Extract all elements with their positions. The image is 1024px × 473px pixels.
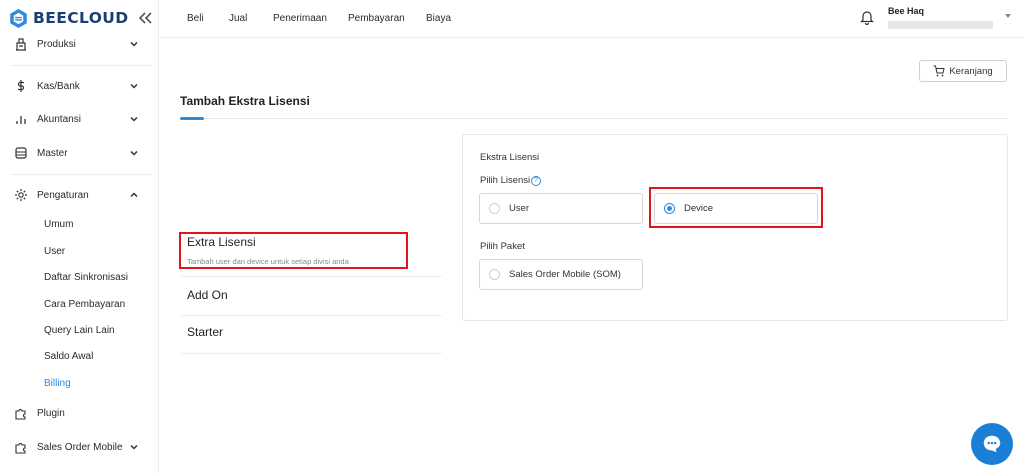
collapse-sidebar-icon[interactable] bbox=[137, 8, 154, 28]
title-accent-bar bbox=[180, 117, 204, 120]
chevron-down-icon bbox=[130, 444, 138, 450]
sidebar-item-label: Sales Order Mobile bbox=[37, 441, 123, 453]
cart-button-label: Keranjang bbox=[949, 65, 993, 77]
bell-icon[interactable] bbox=[860, 9, 874, 25]
dollar-icon bbox=[17, 80, 25, 92]
pilih-paket-label: Pilih Paket bbox=[480, 241, 525, 252]
page-title: Tambah Ekstra Lisensi bbox=[180, 94, 310, 108]
sidebar-item-kas-bank[interactable]: Kas/Bank bbox=[14, 76, 140, 96]
user-name[interactable]: Bee Haq bbox=[888, 6, 924, 16]
sidebar-item-label: Kas/Bank bbox=[37, 80, 80, 92]
user-menu-caret-icon[interactable] bbox=[1005, 14, 1011, 18]
sidebar-subitem-user[interactable]: User bbox=[44, 246, 65, 257]
puzzle-icon bbox=[15, 443, 26, 454]
sidebar-subitem-cara-pembayaran[interactable]: Cara Pembayaran bbox=[44, 299, 125, 310]
radio-option-user[interactable]: User bbox=[479, 193, 643, 224]
highlight-extra-lisensi bbox=[179, 232, 408, 269]
sidebar-item-label: Akuntansi bbox=[37, 113, 81, 125]
option-add-on[interactable]: Add On bbox=[180, 279, 442, 316]
brand-logo[interactable]: BEECLOUD bbox=[9, 8, 154, 28]
radio-unselected-icon bbox=[489, 269, 500, 280]
puzzle-icon bbox=[15, 409, 26, 420]
divider bbox=[10, 65, 152, 66]
sidebar-subitem-daftar-sinkronisasi[interactable]: Daftar Sinkronisasi bbox=[44, 272, 128, 283]
topnav-jual[interactable]: Jual bbox=[229, 13, 247, 24]
title-divider bbox=[180, 118, 1008, 119]
help-icon[interactable]: ? bbox=[531, 176, 541, 186]
radio-label: Sales Order Mobile (SOM) bbox=[509, 269, 621, 280]
highlight-device bbox=[649, 187, 823, 228]
topnav-biaya[interactable]: Biaya bbox=[426, 13, 451, 24]
chat-icon bbox=[983, 435, 1001, 453]
cart-icon bbox=[933, 65, 945, 77]
chevron-down-icon bbox=[130, 83, 138, 89]
radio-unselected-icon bbox=[489, 203, 500, 214]
sidebar-item-label: Plugin bbox=[37, 407, 65, 419]
gear-icon bbox=[15, 189, 27, 201]
bar-chart-icon bbox=[16, 116, 26, 124]
beecloud-logo-icon bbox=[10, 8, 27, 28]
sidebar-item-pengaturan[interactable]: Pengaturan bbox=[14, 185, 140, 205]
sidebar-item-master[interactable]: Master bbox=[14, 143, 140, 163]
factory-icon bbox=[16, 38, 26, 51]
sidebar: BEECLOUD Produksi Kas/Bank Akuntansi Mas… bbox=[0, 0, 159, 473]
chat-button[interactable] bbox=[971, 423, 1013, 465]
user-company-blurred bbox=[888, 21, 993, 29]
top-bar: Beli Jual Penerimaan Pembayaran Biaya Be… bbox=[159, 0, 1024, 38]
brand-name: BEECLOUD bbox=[33, 9, 129, 27]
option-title: Starter bbox=[187, 325, 224, 339]
radio-label: User bbox=[509, 203, 530, 214]
sidebar-item-akuntansi[interactable]: Akuntansi bbox=[14, 109, 140, 129]
topnav-pembayaran[interactable]: Pembayaran bbox=[348, 13, 405, 24]
option-starter[interactable]: Starter bbox=[180, 317, 442, 354]
chevron-down-icon bbox=[130, 41, 138, 47]
sidebar-subitem-saldo-awal[interactable]: Saldo Awal bbox=[44, 351, 93, 362]
sidebar-item-sales-order-mobile[interactable]: Sales Order Mobile bbox=[14, 437, 140, 457]
topnav-beli[interactable]: Beli bbox=[187, 13, 204, 24]
form-section-title: Ekstra Lisensi bbox=[480, 152, 540, 163]
chevron-down-icon bbox=[130, 150, 138, 156]
sidebar-subitem-query-lain-lain[interactable]: Query Lain Lain bbox=[44, 325, 115, 336]
sidebar-subitem-billing[interactable]: Billing bbox=[44, 378, 71, 389]
chevron-down-icon bbox=[130, 116, 138, 122]
cart-button[interactable]: Keranjang bbox=[919, 60, 1007, 82]
sidebar-subitem-umum[interactable]: Umum bbox=[44, 219, 73, 230]
sidebar-item-label: Master bbox=[37, 147, 68, 159]
divider bbox=[10, 174, 152, 175]
sidebar-item-label: Pengaturan bbox=[37, 189, 89, 201]
topnav-penerimaan[interactable]: Penerimaan bbox=[273, 13, 327, 24]
radio-option-som[interactable]: Sales Order Mobile (SOM) bbox=[479, 259, 643, 290]
chevron-up-icon bbox=[130, 192, 138, 198]
sidebar-item-plugin[interactable]: Plugin bbox=[14, 403, 140, 423]
option-title: Add On bbox=[187, 288, 228, 302]
sidebar-item-produksi[interactable]: Produksi bbox=[14, 34, 140, 54]
database-icon bbox=[15, 147, 27, 159]
pilih-lisensi-label: Pilih Lisensi bbox=[480, 175, 531, 186]
sidebar-item-label: Produksi bbox=[37, 38, 76, 50]
